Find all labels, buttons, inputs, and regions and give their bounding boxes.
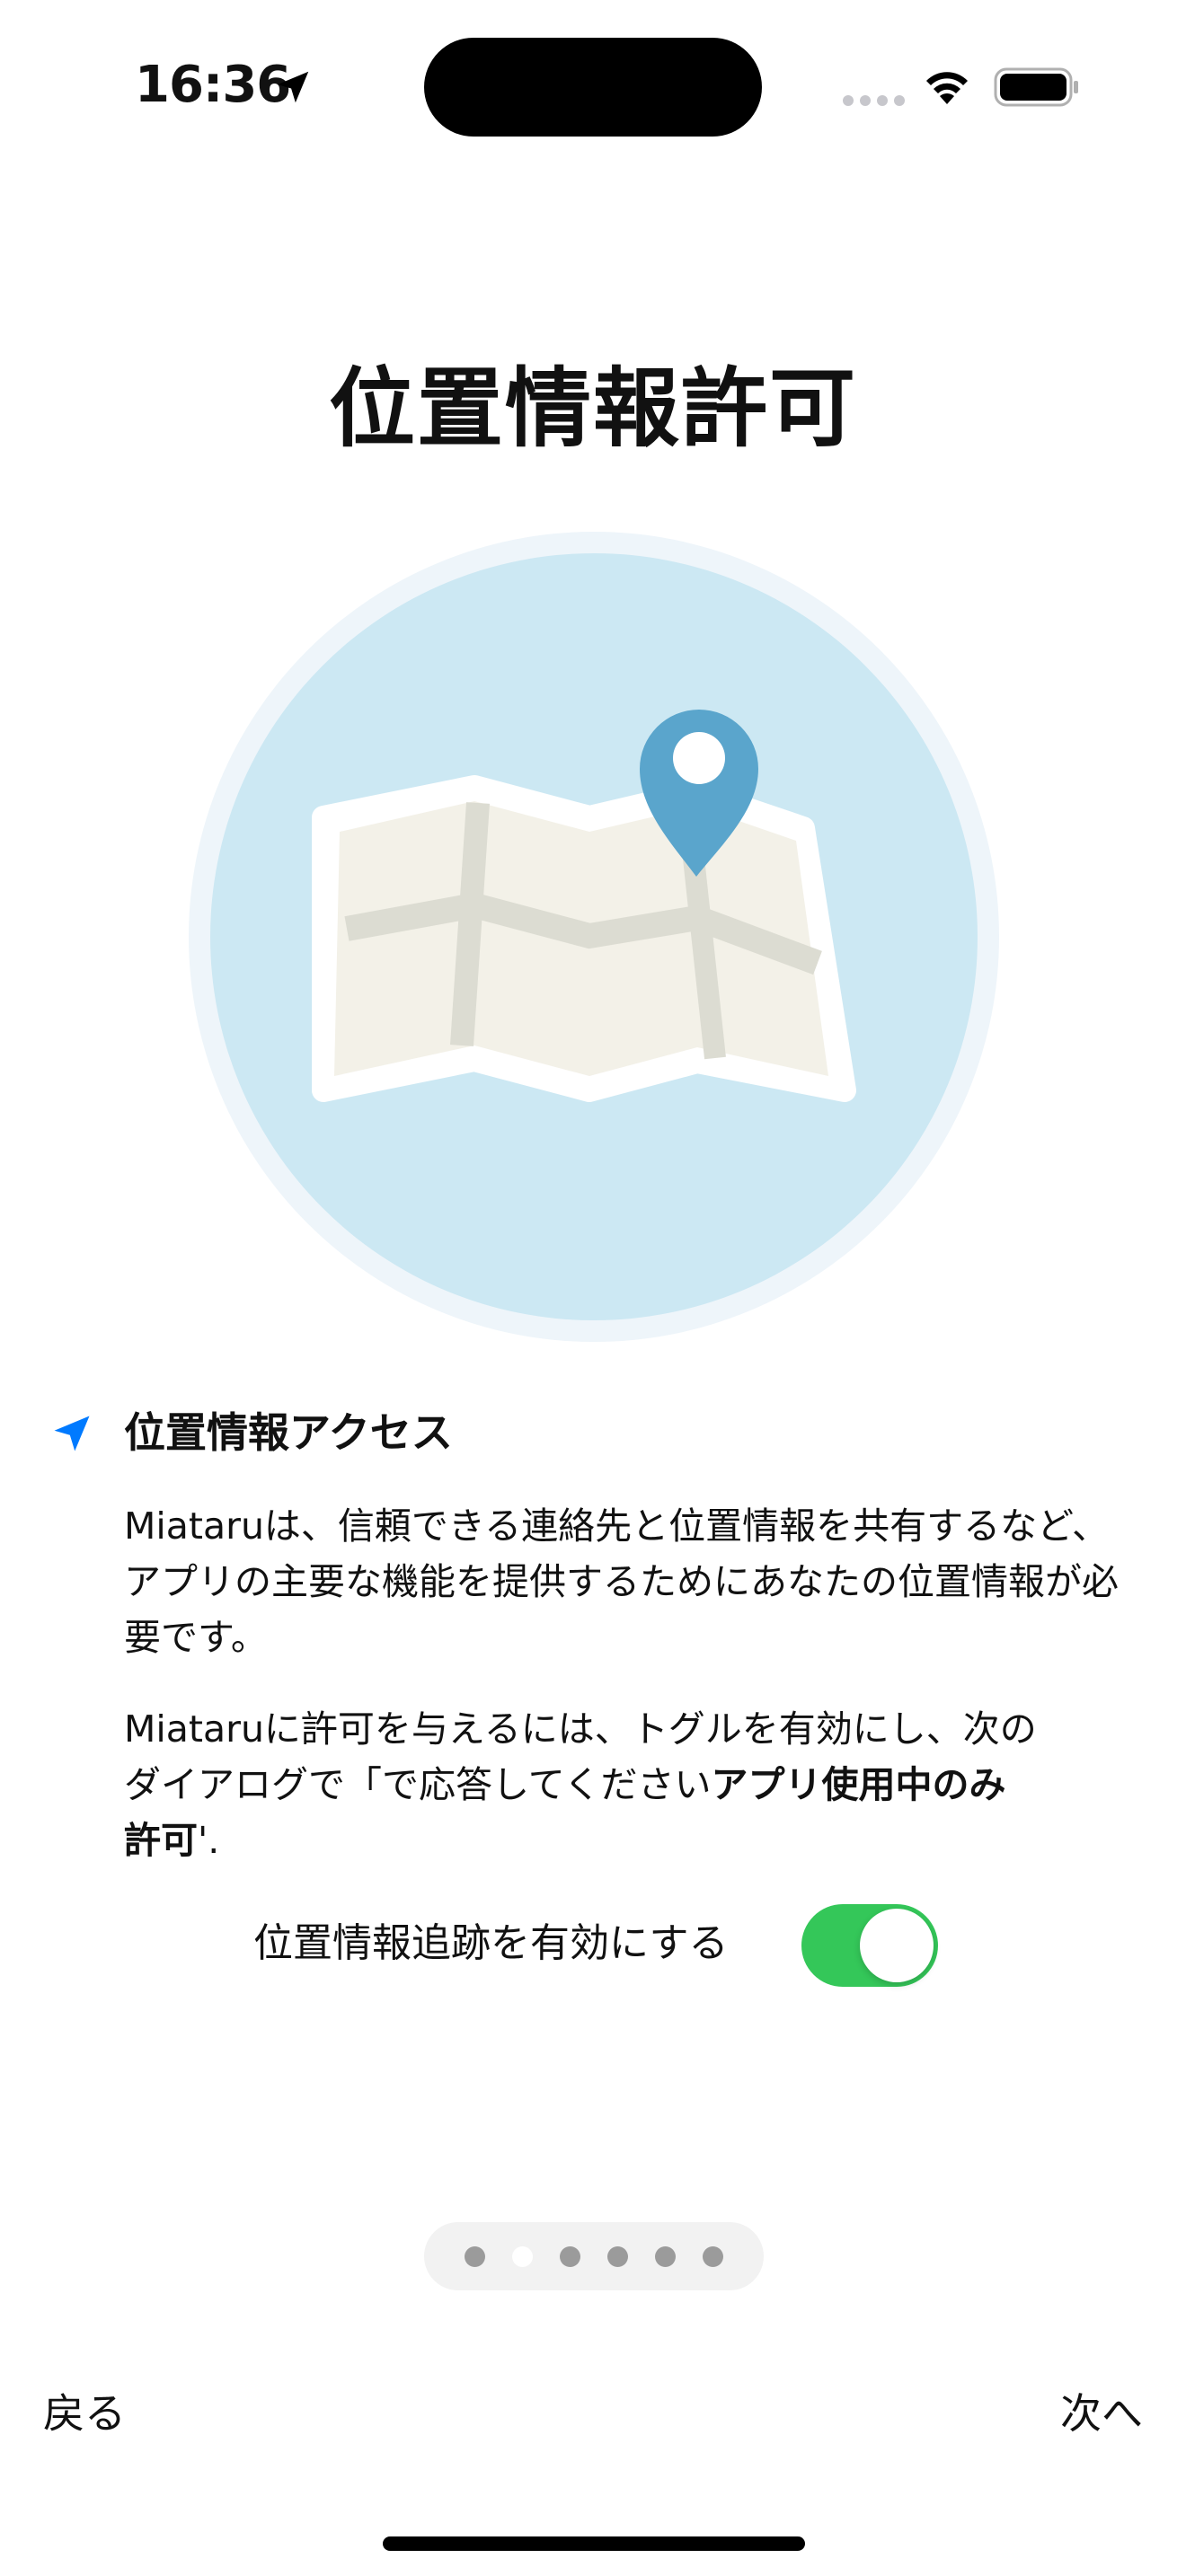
page-dot-current[interactable] (512, 2245, 533, 2267)
page-dot[interactable] (703, 2245, 723, 2267)
page-dot[interactable] (655, 2245, 676, 2267)
home-indicator[interactable] (383, 2536, 805, 2551)
location-tracking-label: 位置情報追跡を有効にする (253, 1920, 729, 1966)
back-button[interactable]: 戻る (43, 2384, 126, 2443)
section-title: 位置情報アクセス (124, 1408, 453, 1457)
instruction-paragraph: Miataruに許可を与えるには、トグルを有効にし、次のダイアログで「で応答して… (124, 1701, 1040, 1868)
dynamic-island (424, 38, 762, 137)
location-arrow-icon (277, 71, 309, 103)
page-indicator[interactable] (424, 2222, 764, 2290)
location-tracking-toggle[interactable] (801, 1904, 938, 1987)
status-time: 16:36 (135, 56, 291, 114)
page-dot[interactable] (465, 2245, 485, 2267)
cellular-signal-icon (843, 95, 905, 106)
page-dot[interactable] (560, 2245, 580, 2267)
next-button[interactable]: 次へ (1060, 2384, 1143, 2443)
battery-icon (994, 67, 1078, 107)
description-paragraph: Miataruは、信頼できる連絡先と位置情報を共有するなど、アプリの主要な機能を… (124, 1504, 1119, 1659)
toggle-knob (860, 1909, 934, 1982)
map-illustration (189, 532, 999, 1342)
location-arrow-icon (54, 1416, 90, 1451)
instruction-suffix: '. (198, 1819, 220, 1862)
page-dot[interactable] (607, 2245, 628, 2267)
wifi-icon (926, 72, 968, 104)
page-title: 位置情報許可 (329, 358, 857, 459)
